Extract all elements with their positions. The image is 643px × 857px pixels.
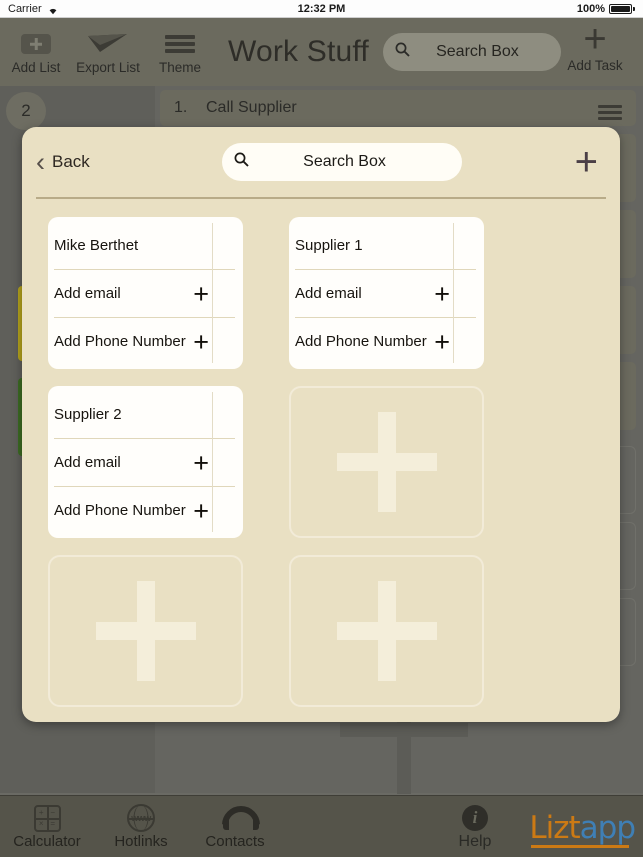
export-list-label: Export List [76, 60, 140, 75]
contact-name: Supplier 2 [54, 405, 122, 423]
logo-underline [531, 845, 629, 848]
add-phone-label: Add Phone Number [54, 502, 186, 519]
empty-contact-slot[interactable] [289, 555, 484, 707]
clock-label: 12:32 PM [297, 2, 346, 15]
plus-icon[interactable]: + [193, 280, 209, 307]
add-email-row[interactable]: Add email + [295, 269, 476, 317]
contact-name-row[interactable]: Mike Berthet [54, 221, 235, 269]
back-label: Back [52, 152, 90, 171]
tab-hotlinks-label: Hotlinks [114, 833, 168, 850]
add-email-row[interactable]: Add email + [54, 269, 235, 317]
modal-search-input[interactable]: Search Box [222, 143, 462, 181]
theme-button[interactable]: Theme [144, 29, 216, 75]
contact-card[interactable]: Mike Berthet Add email + Add Phone Numbe… [48, 217, 243, 369]
theme-lines-icon [144, 29, 216, 59]
add-phone-row[interactable]: Add Phone Number + [54, 317, 235, 365]
page-title: Work Stuff [228, 35, 369, 68]
plus-icon[interactable]: + [434, 328, 450, 355]
status-bar-right: 100% [577, 3, 635, 15]
toolbar-search-placeholder: Search Box [436, 43, 519, 60]
tab-calculator-label: Calculator [13, 833, 81, 850]
bottom-tab-bar: + − × = Calculator www Hotlinks Contacts i … [0, 795, 643, 857]
search-icon [395, 42, 410, 62]
header-divider [36, 197, 606, 199]
logo-part-1: Liz [529, 810, 569, 846]
globe-www-icon: www [94, 803, 188, 833]
contacts-grid-row: Mike Berthet Add email + Add Phone Numbe… [48, 217, 594, 369]
liztapp-logo: Liztapp [529, 810, 636, 846]
contacts-grid: Mike Berthet Add email + Add Phone Numbe… [22, 207, 620, 722]
info-icon: i [440, 803, 510, 833]
plus-icon[interactable]: + [193, 449, 209, 476]
empty-contact-slot[interactable] [48, 555, 243, 707]
contact-card[interactable]: Supplier 2 Add email + Add Phone Number … [48, 386, 243, 538]
add-task-label: Add Task [567, 58, 623, 73]
add-email-label: Add email [54, 285, 121, 302]
battery-cap-icon [633, 6, 635, 11]
add-list-label: Add List [11, 60, 61, 75]
list-count-badge: 2 [6, 92, 46, 130]
add-list-button[interactable]: Add List [0, 29, 72, 75]
contacts-grid-row [48, 555, 594, 707]
export-list-button[interactable]: Export List [72, 29, 144, 75]
contact-name: Supplier 1 [295, 236, 363, 254]
add-task-button[interactable]: + Add Task [553, 17, 637, 73]
logo-part-2: t [568, 810, 580, 846]
contact-name-row[interactable]: Supplier 1 [295, 221, 476, 269]
task-title: Call Supplier [206, 99, 297, 116]
status-bar: Carrier 12:32 PM 100% [0, 0, 643, 18]
card-vertical-divider [453, 223, 454, 363]
chevron-left-icon: ‹ [36, 147, 45, 177]
plus-icon: + [583, 17, 607, 61]
add-phone-row[interactable]: Add Phone Number + [54, 486, 235, 534]
app-screen: Carrier 12:32 PM 100% Add List Export Li… [0, 0, 643, 857]
task-header[interactable]: 1. Call Supplier [160, 90, 636, 126]
contact-card[interactable]: Supplier 1 Add email + Add Phone Number … [289, 217, 484, 369]
tab-hotlinks[interactable]: www Hotlinks [94, 803, 188, 850]
battery-full-icon [609, 3, 632, 14]
contact-name: Mike Berthet [54, 236, 139, 254]
plus-icon[interactable]: + [193, 328, 209, 355]
tab-calculator[interactable]: + − × = Calculator [0, 803, 94, 850]
tab-contacts[interactable]: Contacts [188, 803, 282, 850]
paper-plane-icon [72, 29, 144, 59]
add-list-icon [0, 29, 72, 59]
back-button[interactable]: ‹ Back [36, 147, 90, 177]
empty-contact-slot[interactable] [289, 386, 484, 538]
tab-help[interactable]: i Help [440, 803, 510, 851]
calculator-icon: + − × = [0, 803, 94, 833]
top-toolbar: Add List Export List Theme Work Stuff Se… [0, 18, 643, 86]
contacts-modal: ‹ Back Search Box + Mike Berthet Add ema… [22, 127, 620, 722]
contacts-grid-row: Supplier 2 Add email + Add Phone Number … [48, 386, 594, 538]
headset-icon [188, 803, 282, 833]
plus-icon[interactable]: + [434, 280, 450, 307]
search-icon [234, 152, 249, 172]
modal-header: ‹ Back Search Box + [22, 127, 620, 197]
battery-percent-label: 100% [576, 2, 605, 15]
add-email-row[interactable]: Add email + [54, 438, 235, 486]
card-vertical-divider [212, 223, 213, 363]
contact-name-row[interactable]: Supplier 2 [54, 390, 235, 438]
tab-contacts-label: Contacts [205, 833, 265, 850]
tab-help-label: Help [458, 832, 492, 850]
theme-label: Theme [158, 60, 202, 75]
modal-search-placeholder: Search Box [303, 153, 386, 170]
add-phone-label: Add Phone Number [295, 333, 427, 350]
task-number: 1. [174, 99, 188, 116]
add-email-label: Add email [54, 454, 121, 471]
add-phone-label: Add Phone Number [54, 333, 186, 350]
add-phone-row[interactable]: Add Phone Number + [295, 317, 476, 365]
add-contact-button[interactable]: + [575, 142, 598, 182]
logo-part-3: app [579, 810, 636, 846]
toolbar-search-input[interactable]: Search Box [382, 33, 561, 71]
hamburger-icon[interactable] [598, 102, 622, 123]
plus-icon[interactable]: + [193, 497, 209, 524]
card-vertical-divider [212, 392, 213, 532]
add-email-label: Add email [295, 285, 362, 302]
